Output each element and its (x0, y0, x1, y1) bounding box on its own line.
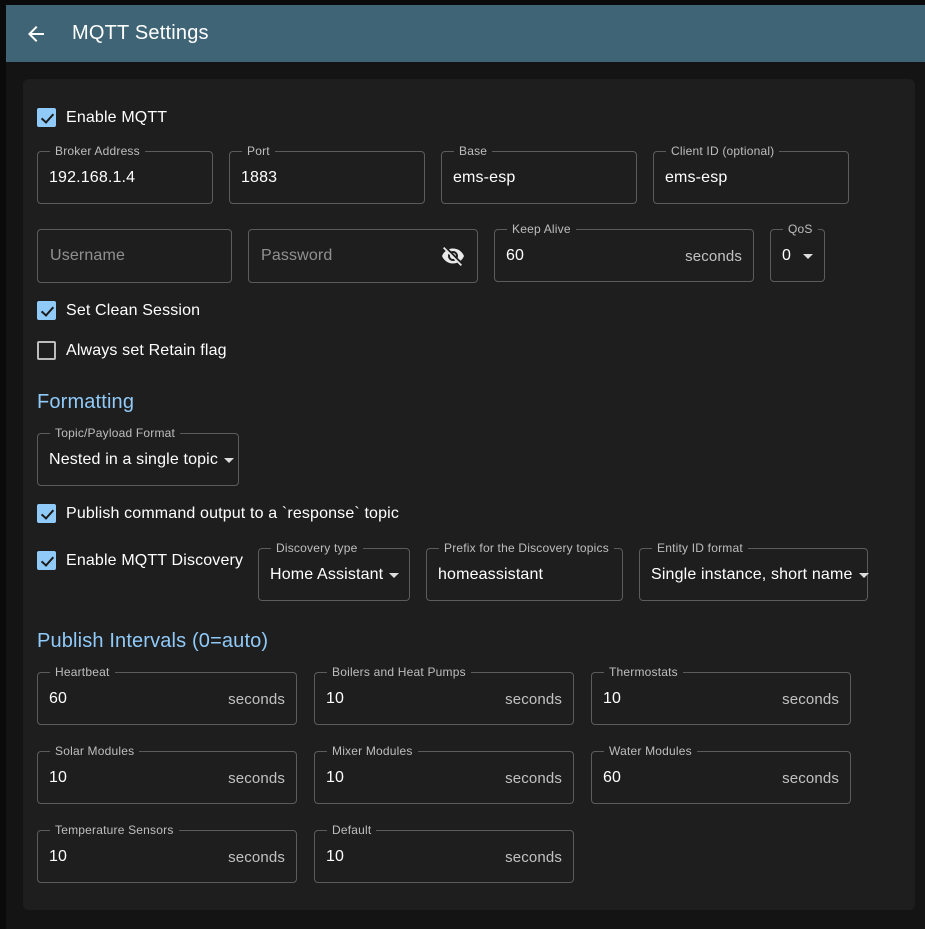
field-value: 10 (603, 690, 621, 708)
checkbox-icon (37, 108, 56, 127)
dropdown-caret-icon (859, 573, 869, 578)
checkbox-label: Publish command output to a `response` t… (66, 505, 399, 523)
field-label: Port (242, 144, 275, 158)
field-value: homeassistant (438, 566, 543, 584)
select-value: Home Assistant (270, 566, 383, 584)
field-suffix: seconds (505, 770, 562, 787)
field-label: Water Modules (604, 744, 697, 758)
field-suffix: seconds (782, 770, 839, 787)
field-value: ems-esp (665, 169, 727, 187)
app-window: MQTT Settings Enable MQTT Broker Address… (6, 5, 925, 929)
boilers-interval-field[interactable]: Boilers and Heat Pumps 10 seconds (314, 665, 574, 725)
field-label: Topic/Payload Format (50, 426, 180, 440)
publish-intervals-heading: Publish Intervals (0=auto) (37, 630, 901, 653)
field-label: Base (454, 144, 492, 158)
field-value: 60 (603, 769, 621, 787)
visibility-off-icon[interactable] (441, 244, 465, 268)
field-value: 1883 (241, 169, 277, 187)
field-value: 10 (326, 848, 344, 866)
checkbox-label: Set Clean Session (66, 302, 200, 320)
field-label: Broker Address (50, 144, 145, 158)
field-suffix: seconds (228, 691, 285, 708)
arrow-back-icon (24, 22, 48, 46)
checkbox-label: Enable MQTT (66, 109, 167, 127)
field-value: 10 (49, 769, 67, 787)
app-bar: MQTT Settings (6, 5, 925, 62)
field-label: Heartbeat (50, 665, 115, 679)
password-field[interactable]: Password (248, 229, 478, 283)
field-value: 60 (506, 247, 524, 265)
page-title: MQTT Settings (72, 22, 209, 45)
password-placeholder: Password (261, 247, 332, 265)
keep-alive-field[interactable]: Keep Alive 60 seconds (494, 222, 754, 282)
thermostats-interval-field[interactable]: Thermostats 10 seconds (591, 665, 851, 725)
mixer-interval-field[interactable]: Mixer Modules 10 seconds (314, 744, 574, 804)
field-label: Prefix for the Discovery topics (439, 541, 614, 555)
enable-discovery-checkbox[interactable]: Enable MQTT Discovery (37, 551, 243, 570)
field-label: Entity ID format (652, 541, 748, 555)
field-value: 10 (49, 848, 67, 866)
field-label: Thermostats (604, 665, 683, 679)
discovery-type-select[interactable]: Discovery type Home Assistant (258, 541, 410, 601)
water-interval-field[interactable]: Water Modules 60 seconds (591, 744, 851, 804)
client-id-field[interactable]: Client ID (optional) ems-esp (653, 144, 849, 204)
default-interval-field[interactable]: Default 10 seconds (314, 823, 574, 883)
field-suffix: seconds (505, 691, 562, 708)
field-label: Temperature Sensors (50, 823, 179, 837)
field-value: 60 (49, 690, 67, 708)
enable-mqtt-checkbox[interactable]: Enable MQTT (37, 108, 167, 127)
entity-id-format-select[interactable]: Entity ID format Single instance, short … (639, 541, 868, 601)
topic-payload-format-select[interactable]: Topic/Payload Format Nested in a single … (37, 426, 239, 486)
select-value: Single instance, short name (651, 566, 853, 584)
username-placeholder: Username (50, 247, 125, 265)
field-suffix: seconds (685, 248, 742, 265)
dropdown-caret-icon (803, 254, 813, 259)
qos-select[interactable]: QoS 0 (770, 222, 825, 282)
publish-response-checkbox[interactable]: Publish command output to a `response` t… (37, 504, 399, 523)
checkbox-icon (37, 504, 56, 523)
username-field[interactable]: Username (37, 229, 232, 283)
back-button[interactable] (22, 20, 50, 48)
heartbeat-interval-field[interactable]: Heartbeat 60 seconds (37, 665, 297, 725)
settings-panel: Enable MQTT Broker Address 192.168.1.4 P… (23, 79, 915, 910)
dropdown-caret-icon (389, 573, 399, 578)
field-label: Default (327, 823, 376, 837)
field-value: 10 (326, 769, 344, 787)
checkbox-icon (37, 551, 56, 570)
base-field[interactable]: Base ems-esp (441, 144, 637, 204)
temperature-sensors-interval-field[interactable]: Temperature Sensors 10 seconds (37, 823, 297, 883)
field-suffix: seconds (228, 770, 285, 787)
checkbox-icon (37, 301, 56, 320)
field-label: QoS (783, 222, 818, 236)
field-label: Keep Alive (507, 222, 576, 236)
field-label: Client ID (optional) (666, 144, 779, 158)
field-suffix: seconds (228, 849, 285, 866)
discovery-prefix-field[interactable]: Prefix for the Discovery topics homeassi… (426, 541, 623, 601)
set-clean-session-checkbox[interactable]: Set Clean Session (37, 301, 200, 320)
field-suffix: seconds (782, 691, 839, 708)
field-value: ems-esp (453, 169, 515, 187)
solar-interval-field[interactable]: Solar Modules 10 seconds (37, 744, 297, 804)
field-value: 10 (326, 690, 344, 708)
port-field[interactable]: Port 1883 (229, 144, 425, 204)
field-value: 192.168.1.4 (49, 169, 135, 187)
broker-address-field[interactable]: Broker Address 192.168.1.4 (37, 144, 213, 204)
checkbox-icon (37, 341, 56, 360)
field-label: Mixer Modules (327, 744, 418, 758)
checkbox-label: Enable MQTT Discovery (66, 552, 243, 570)
retain-flag-checkbox[interactable]: Always set Retain flag (37, 341, 227, 360)
formatting-heading: Formatting (37, 391, 901, 414)
field-suffix: seconds (505, 849, 562, 866)
dropdown-caret-icon (224, 458, 234, 463)
field-label: Boilers and Heat Pumps (327, 665, 471, 679)
select-value: Nested in a single topic (49, 451, 218, 469)
select-value: 0 (782, 247, 791, 265)
checkbox-label: Always set Retain flag (66, 342, 227, 360)
field-label: Discovery type (271, 541, 363, 555)
field-label: Solar Modules (50, 744, 139, 758)
